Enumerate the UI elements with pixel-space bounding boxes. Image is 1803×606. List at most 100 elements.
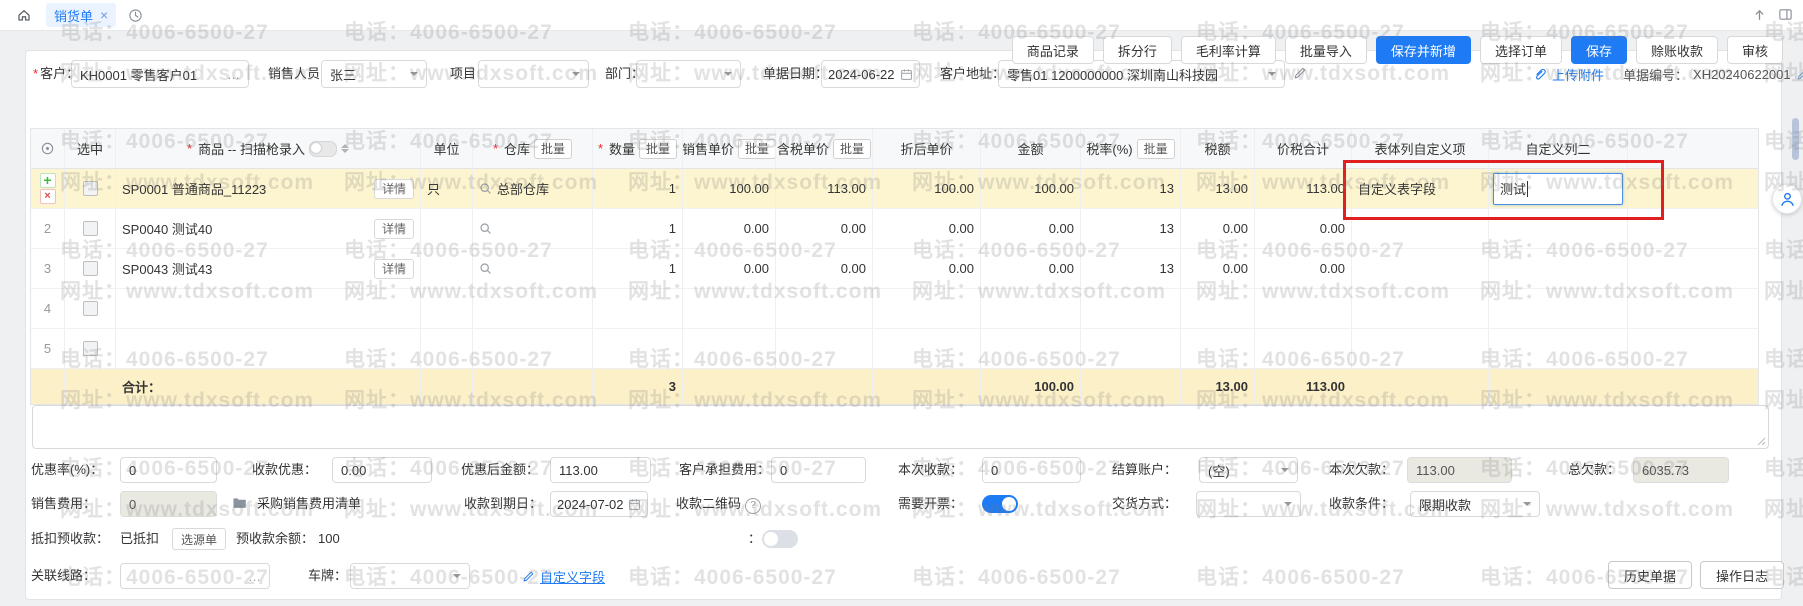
- unit-cell[interactable]: 只: [421, 169, 473, 208]
- custom1-cell[interactable]: [1352, 209, 1489, 248]
- scan-mode-toggle[interactable]: [309, 141, 337, 157]
- taxrate-cell[interactable]: 13: [1081, 249, 1181, 288]
- save-button[interactable]: 保存: [1571, 36, 1627, 64]
- discprice-cell[interactable]: 0.00: [873, 249, 981, 288]
- price-cell[interactable]: 100.00: [683, 169, 776, 208]
- account-select[interactable]: (空): [1199, 457, 1298, 483]
- plate-select[interactable]: [350, 563, 470, 589]
- taxprice-cell[interactable]: 113.00: [776, 169, 873, 208]
- custom2-input[interactable]: 测试: [1493, 173, 1623, 205]
- customer-field[interactable]: KH0001 零售客户01 …: [71, 60, 249, 88]
- amount-cell[interactable]: 0.00: [981, 209, 1081, 248]
- price-cell[interactable]: 0.00: [683, 209, 776, 248]
- row-checkbox[interactable]: [83, 261, 98, 276]
- payment-input[interactable]: 0: [982, 457, 1081, 483]
- amount-cell[interactable]: 100.00: [981, 169, 1081, 208]
- total-cell[interactable]: 0.00: [1255, 249, 1352, 288]
- assistant-widget[interactable]: [1772, 184, 1802, 214]
- select-order-button[interactable]: 选择订单: [1480, 36, 1562, 64]
- table-row[interactable]: 3 SP0043 测试43 详情 1 0.00 0.00 0.00 0.00 1…: [31, 249, 1758, 289]
- warehouse-cell[interactable]: 总部仓库: [473, 169, 593, 208]
- detail-button[interactable]: 详情: [374, 219, 414, 239]
- product-cell[interactable]: [116, 289, 421, 328]
- taxrate-cell[interactable]: 13: [1081, 169, 1181, 208]
- column-settings-cell[interactable]: [31, 129, 65, 168]
- qty-cell[interactable]: 1: [593, 249, 683, 288]
- custom-field-link[interactable]: 自定义字段: [522, 562, 605, 590]
- doc-number-edit-pencil-icon[interactable]: [1796, 68, 1803, 81]
- history-docs-button[interactable]: 历史单据: [1608, 561, 1692, 589]
- taxrate-batch-button[interactable]: 批量: [1137, 139, 1175, 159]
- price-batch-button[interactable]: 批量: [738, 139, 776, 159]
- collapse-up-icon[interactable]: [1752, 7, 1767, 25]
- split-row-button[interactable]: 拆分行: [1103, 36, 1172, 64]
- history-clock-icon[interactable]: [128, 8, 143, 26]
- qty-batch-button[interactable]: 批量: [639, 139, 677, 159]
- row-checkbox[interactable]: [83, 181, 98, 196]
- discprice-cell[interactable]: 100.00: [873, 169, 981, 208]
- table-row[interactable]: 2 SP0040 测试40 详情 1 0.00 0.00 0.00 0.00 1…: [31, 209, 1758, 249]
- taxrate-cell[interactable]: 13: [1081, 209, 1181, 248]
- row-checkbox[interactable]: [83, 221, 98, 236]
- taxprice-cell[interactable]: 0.00: [776, 249, 873, 288]
- folder-icon[interactable]: [232, 496, 247, 512]
- custom1-cell[interactable]: [1352, 249, 1489, 288]
- department-select[interactable]: [636, 60, 741, 88]
- taxprice-cell[interactable]: 0.00: [776, 209, 873, 248]
- table-row[interactable]: 4: [31, 289, 1758, 329]
- customer-address-select[interactable]: 零售01 1200000000 深圳南山科技园: [998, 60, 1285, 88]
- terms-select[interactable]: 限期收款: [1410, 491, 1540, 517]
- credit-receipt-button[interactable]: 赊账收款: [1636, 36, 1718, 64]
- discprice-cell[interactable]: 0.00: [873, 209, 981, 248]
- unit-cell[interactable]: [421, 209, 473, 248]
- discount-input[interactable]: 0.00: [332, 457, 432, 483]
- picker-ellipsis-icon[interactable]: …: [227, 67, 240, 82]
- invoice-toggle[interactable]: [982, 495, 1018, 513]
- vertical-scrollbar[interactable]: [1792, 118, 1799, 160]
- total-cell[interactable]: 113.00: [1255, 169, 1352, 208]
- detail-button[interactable]: 详情: [374, 179, 414, 199]
- total-cell[interactable]: 0.00: [1255, 209, 1352, 248]
- layout-panel-icon[interactable]: [1778, 7, 1793, 25]
- custom2-cell[interactable]: [1489, 249, 1628, 288]
- sort-icon[interactable]: [341, 144, 349, 153]
- product-cell[interactable]: [116, 329, 421, 368]
- resize-handle[interactable]: [1756, 436, 1766, 446]
- product-records-button[interactable]: 商品记录: [1012, 36, 1094, 64]
- qty-cell[interactable]: 1: [593, 169, 683, 208]
- tax-cell[interactable]: 13.00: [1181, 169, 1255, 208]
- amount-cell[interactable]: 0.00: [981, 249, 1081, 288]
- detail-button[interactable]: 详情: [374, 259, 414, 279]
- operation-log-button[interactable]: 操作日志: [1700, 561, 1784, 589]
- customer-fee-input[interactable]: 0: [771, 457, 866, 483]
- batch-import-button[interactable]: 批量导入: [1285, 36, 1367, 64]
- picker-ellipsis-icon[interactable]: …: [248, 569, 261, 584]
- table-row[interactable]: SP0001 普通商品_11223 详情 只 总部仓库 1 100.00 113…: [31, 169, 1758, 209]
- after-discount-input[interactable]: 113.00: [550, 457, 651, 483]
- fee-list-link[interactable]: 采购销售费用清单: [257, 491, 361, 517]
- select-source-button[interactable]: 选源单: [172, 528, 226, 550]
- discount-rate-input[interactable]: 0: [120, 457, 217, 483]
- salesperson-select[interactable]: 张三: [321, 60, 427, 88]
- project-select[interactable]: [478, 60, 589, 88]
- tab-sales-order[interactable]: 销货单 ×: [46, 3, 116, 27]
- gross-margin-button[interactable]: 毛利率计算: [1181, 36, 1276, 64]
- delete-row-icon[interactable]: [40, 189, 56, 204]
- warehouse-batch-button[interactable]: 批量: [534, 139, 572, 159]
- row-checkbox[interactable]: [83, 341, 98, 356]
- table-row[interactable]: 5: [31, 329, 1758, 369]
- qr-toggle[interactable]: [762, 530, 798, 548]
- route-field[interactable]: …: [120, 563, 270, 589]
- upload-attachment-link[interactable]: 上传附件: [1552, 65, 1604, 84]
- warehouse-cell[interactable]: [473, 209, 593, 248]
- qty-cell[interactable]: 1: [593, 209, 683, 248]
- row-checkbox[interactable]: [83, 301, 98, 316]
- delivery-select[interactable]: [1196, 491, 1301, 517]
- help-circle-icon[interactable]: ?: [745, 498, 761, 514]
- tax-cell[interactable]: 0.00: [1181, 209, 1255, 248]
- tab-close-icon[interactable]: ×: [100, 8, 108, 22]
- save-and-new-button[interactable]: 保存并新增: [1376, 36, 1471, 64]
- tax-cell[interactable]: 0.00: [1181, 249, 1255, 288]
- custom1-cell[interactable]: 自定义表字段: [1352, 169, 1489, 208]
- doc-date-field[interactable]: 2024-06-22: [821, 60, 920, 88]
